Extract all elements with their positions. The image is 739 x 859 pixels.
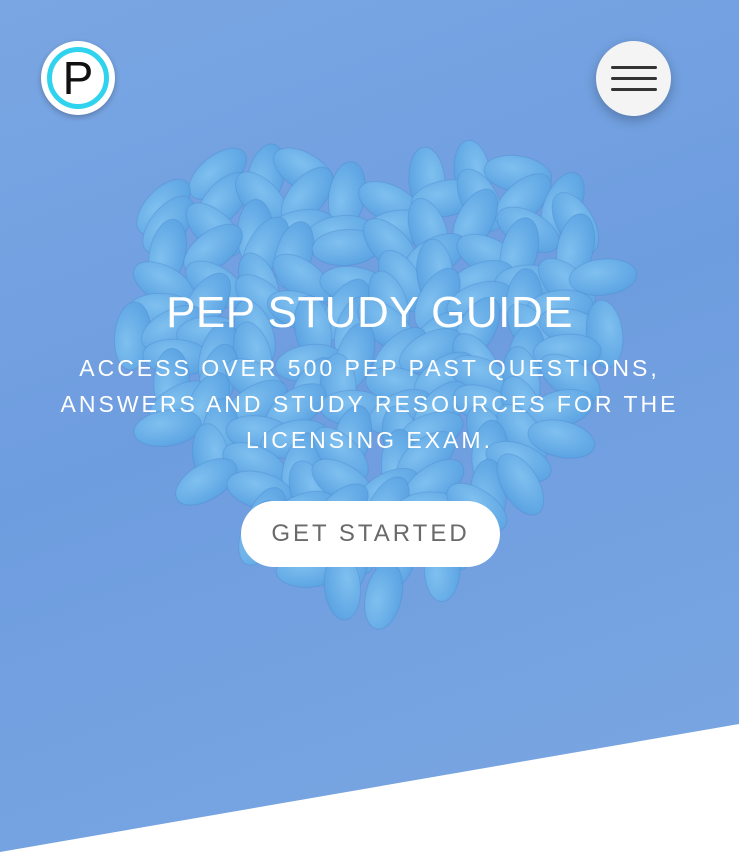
hamburger-menu-icon[interactable] xyxy=(596,41,671,116)
menu-line xyxy=(610,88,657,91)
menu-line xyxy=(610,66,657,69)
site-logo[interactable]: P xyxy=(41,41,115,115)
logo-letter: P xyxy=(47,47,109,109)
hero-subtitle: ACCESS OVER 500 PEP PAST QUESTIONS, ANSW… xyxy=(60,355,679,453)
menu-line xyxy=(610,77,657,80)
page-title: PEP STUDY GUIDE xyxy=(166,288,573,337)
get-started-button[interactable]: GET STARTED xyxy=(241,501,500,567)
